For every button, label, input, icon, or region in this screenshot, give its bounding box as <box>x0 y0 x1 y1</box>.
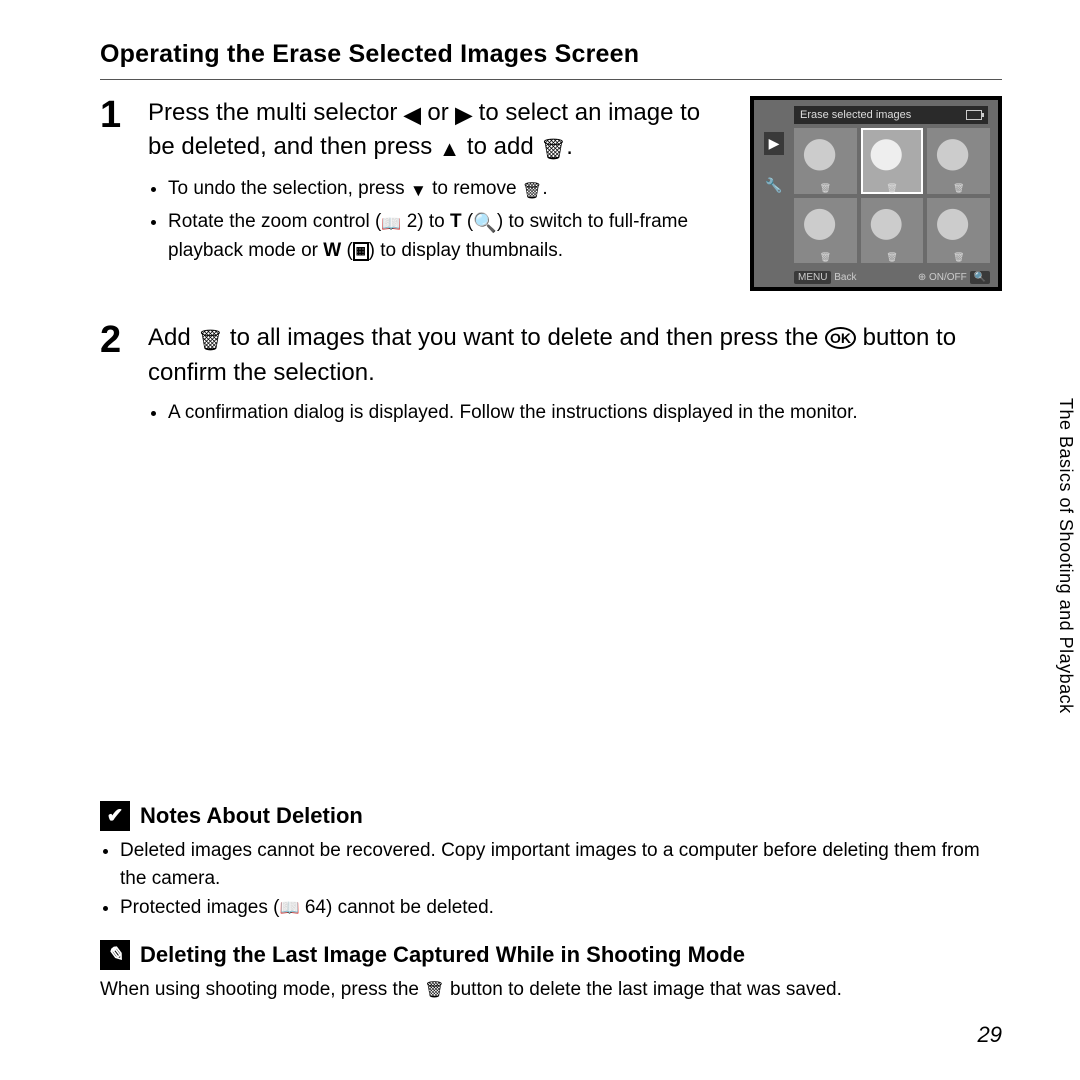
step-2: 2 Add 🗑 to all images that you want to d… <box>100 321 1002 431</box>
text: ) cannot be deleted. <box>326 897 494 918</box>
trash-mark-icon: 🗑 <box>197 327 223 356</box>
lcd-footer: MENU Back ⊕ ON/OFF 🔍 <box>794 272 990 283</box>
thumbnail: 🗑 <box>794 128 857 194</box>
step-1-lead: Press the multi selector ◀ or ▶ to selec… <box>148 96 708 165</box>
lcd-title: Erase selected images <box>800 109 911 121</box>
text: To undo the selection, press <box>168 178 410 199</box>
up-arrow-icon: ▲ <box>439 134 460 164</box>
zoom-icon: 🔍 <box>970 271 990 284</box>
trash-icon: 🗑 <box>886 252 897 263</box>
camera-lcd-illustration: Erase selected images ▶ 🔧 🗑 🗑 🗑 🗑 🗑 🗑 <box>750 96 1002 291</box>
trash-icon: 🗑 <box>953 252 964 263</box>
text: or <box>421 99 456 126</box>
trash-button-icon: 🗑 <box>424 978 445 1002</box>
thumbnail: 🗑 <box>861 128 924 194</box>
onoff-label: ON/OFF <box>929 272 967 283</box>
notes-heading-text: Notes About Deletion <box>140 803 363 829</box>
tip-body: When using shooting mode, press the 🗑 bu… <box>100 976 1002 1005</box>
thumbnail: 🗑 <box>927 128 990 194</box>
wrench-icon: 🔧 <box>765 177 782 194</box>
check-box-icon: ✔ <box>100 801 130 831</box>
page-ref-icon: 📖 <box>381 213 401 236</box>
thumbnail-icon: ▦ <box>353 242 369 261</box>
text: Rotate the zoom control ( <box>168 211 381 232</box>
divider <box>100 79 1002 80</box>
text: ( <box>341 240 353 261</box>
page-number: 29 <box>978 1022 1002 1048</box>
tip-heading: ✎ Deleting the Last Image Captured While… <box>100 940 1002 970</box>
lcd-titlebar: Erase selected images <box>794 106 988 124</box>
step-number: 1 <box>100 96 132 134</box>
text: to add <box>460 133 540 160</box>
chapter-tab: The Basics of Shooting and Playback <box>1051 390 1080 722</box>
manual-page: Operating the Erase Selected Images Scre… <box>0 0 1080 1080</box>
thumbnail: 🗑 <box>861 198 924 264</box>
list-item: Rotate the zoom control (📖 2) to T (🔍) t… <box>168 208 708 265</box>
text: Protected images ( <box>120 897 279 918</box>
lcd-thumbnails: 🗑 🗑 🗑 🗑 🗑 🗑 <box>794 128 990 263</box>
trash-icon: 🗑 <box>953 183 964 194</box>
zoom-tele-icon: T <box>450 211 462 232</box>
left-arrow-icon: ◀ <box>404 100 421 130</box>
text: ) to display thumbnails. <box>369 240 563 261</box>
text: to remove <box>427 178 522 199</box>
page-ref-icon: 📖 <box>279 896 299 920</box>
ok-button-icon: OK <box>825 327 856 349</box>
battery-icon <box>966 110 982 120</box>
text: Press the multi selector <box>148 99 404 126</box>
right-arrow-icon: ▶ <box>455 100 472 130</box>
list-item: Protected images (📖 64) cannot be delete… <box>120 894 1002 923</box>
text: . <box>566 133 573 160</box>
zoom-wide-icon: W <box>323 240 341 261</box>
list-item: A confirmation dialog is displayed. Foll… <box>168 399 1002 427</box>
thumbnail: 🗑 <box>794 198 857 264</box>
ok-icon: ⊕ <box>918 272 926 283</box>
trash-icon: 🗑 <box>820 183 831 194</box>
tip-heading-text: Deleting the Last Image Captured While i… <box>140 942 745 968</box>
trash-mark-icon: 🗑 <box>522 180 543 203</box>
text: ) to <box>417 211 450 232</box>
step-number: 2 <box>100 321 132 359</box>
step-2-sublist: A confirmation dialog is displayed. Foll… <box>148 399 1002 427</box>
thumbnail: 🗑 <box>927 198 990 264</box>
list-item: Deleted images cannot be recovered. Copy… <box>120 837 1002 894</box>
text: When using shooting mode, press the <box>100 979 424 1000</box>
list-item: To undo the selection, press ▼ to remove… <box>168 175 708 204</box>
section-title: Operating the Erase Selected Images Scre… <box>100 40 1002 69</box>
step-2-lead: Add 🗑 to all images that you want to del… <box>148 321 1002 389</box>
notes-heading: ✔ Notes About Deletion <box>100 801 1002 831</box>
down-arrow-icon: ▼ <box>410 179 427 204</box>
page-ref: 2 <box>401 211 417 232</box>
text: ( <box>462 211 474 232</box>
back-label: Back <box>834 272 856 283</box>
trash-icon: 🗑 <box>886 183 897 194</box>
text: Add <box>148 324 197 351</box>
lcd-side-icons: ▶ 🔧 <box>760 132 788 263</box>
trash-icon: 🗑 <box>820 252 831 263</box>
notes-section: ✔ Notes About Deletion Deleted images ca… <box>100 801 1002 1005</box>
step-1: 1 Erase selected images ▶ 🔧 🗑 🗑 🗑 🗑 🗑 <box>100 96 1002 291</box>
page-ref: 64 <box>300 897 326 918</box>
trash-mark-icon: 🗑 <box>540 136 566 165</box>
text: to all images that you want to delete an… <box>223 324 825 351</box>
pencil-box-icon: ✎ <box>100 940 130 970</box>
text: . <box>542 178 547 199</box>
magnify-icon: 🔍 <box>473 210 497 238</box>
notes-list: Deleted images cannot be recovered. Copy… <box>100 837 1002 923</box>
step-1-sublist: To undo the selection, press ▼ to remove… <box>148 175 708 265</box>
text: button to delete the last image that was… <box>445 979 842 1000</box>
play-mode-icon: ▶ <box>764 132 785 155</box>
menu-tag: MENU <box>794 271 831 284</box>
